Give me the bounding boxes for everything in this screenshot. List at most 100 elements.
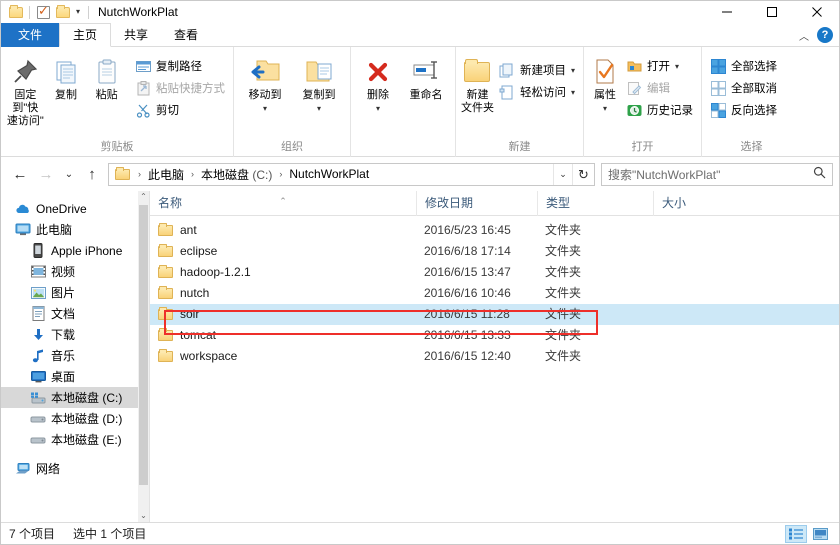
easy-access-caret[interactable]: ▾ [571, 88, 575, 97]
easy-access-button[interactable]: 轻松访问 ▾ [495, 81, 579, 103]
column-header-size[interactable]: 大小 [653, 190, 728, 216]
table-row[interactable]: workspace 2016/6/15 12:40 文件夹 [150, 346, 839, 367]
forward-button[interactable]: → [33, 162, 59, 186]
table-row[interactable]: nutch 2016/6/16 10:46 文件夹 [150, 283, 839, 304]
history-button[interactable]: 历史记录 [622, 99, 697, 121]
this-pc-monitor-icon [15, 222, 31, 238]
close-icon[interactable] [794, 1, 839, 23]
new-item-caret[interactable]: ▾ [571, 66, 575, 75]
qat-customize-caret[interactable]: ▾ [73, 1, 83, 23]
move-to-caret[interactable]: ▾ [263, 102, 267, 115]
new-small-buttons: 新建项目 ▾ 轻松访问 ▾ [495, 51, 579, 103]
delete-button[interactable]: 删除 ▾ [355, 51, 401, 115]
open-small-buttons: 打开 ▾ 编辑 历史记录 [622, 51, 697, 121]
select-none-button[interactable]: 全部取消 [706, 77, 781, 99]
properties-label: 属性 [594, 89, 616, 101]
sidebar-item-music[interactable]: 音乐 [1, 345, 149, 366]
tab-view[interactable]: 查看 [161, 23, 211, 47]
paste-button[interactable]: 粘贴 [86, 51, 127, 102]
breadcrumb-separator-0[interactable]: › [134, 169, 145, 179]
sidebar-item-pictures[interactable]: 图片 [1, 282, 149, 303]
breadcrumb-item-current-folder[interactable]: NutchWorkPlat [286, 167, 372, 181]
sidebar-item-local-disk-e[interactable]: 本地磁盘 (E:) [1, 429, 149, 450]
table-row[interactable]: eclipse 2016/6/18 17:14 文件夹 [150, 241, 839, 262]
sidebar-item-label: 此电脑 [36, 223, 73, 237]
tab-file[interactable]: 文件 [1, 23, 60, 47]
new-folder-button[interactable]: 新建 文件夹 [460, 51, 495, 115]
edit-button[interactable]: 编辑 [622, 77, 697, 99]
onedrive-cloud-icon [15, 201, 31, 217]
documents-icon [30, 306, 46, 322]
table-row[interactable]: ant 2016/5/23 16:45 文件夹 [150, 220, 839, 241]
new-item-button[interactable]: 新建项目 ▾ [495, 59, 579, 81]
breadcrumb[interactable]: › 此电脑 › 本地磁盘 (C:) › NutchWorkPlat ⌄ ↻ [108, 162, 595, 186]
refresh-icon[interactable]: ↻ [572, 163, 594, 185]
navigation-pane-scrollbar[interactable]: ⌃ ⌄ [138, 191, 149, 522]
sidebar-item-downloads[interactable]: 下载 [1, 324, 149, 345]
open-icon [626, 58, 642, 74]
move-to-button[interactable]: 移动到 ▾ [238, 51, 292, 115]
recent-locations-button[interactable]: ⌄ [59, 162, 79, 186]
delete-caret[interactable]: ▾ [376, 102, 380, 115]
large-icons-view-icon[interactable] [809, 525, 831, 543]
nav-scroll-thumb[interactable] [139, 205, 148, 485]
nav-scroll-up-arrow[interactable]: ⌃ [140, 191, 147, 203]
details-view-icon[interactable] [785, 524, 807, 543]
help-icon[interactable]: ? [817, 27, 833, 43]
copy-path-button[interactable]: 复制路径 [131, 55, 229, 77]
search-icon[interactable] [813, 166, 826, 182]
open-caret[interactable]: ▾ [675, 62, 679, 71]
properties-caret[interactable]: ▾ [603, 102, 607, 115]
paste-shortcut-button[interactable]: 粘贴快捷方式 [131, 77, 229, 99]
back-button[interactable]: ← [7, 162, 33, 186]
sidebar-item-desktop[interactable]: 桌面 [1, 366, 149, 387]
open-button[interactable]: 打开 ▾ [622, 55, 697, 77]
pin-to-quick-access-button[interactable]: 固定到"快 速访问" [5, 51, 46, 128]
sidebar-item-apple-iphone[interactable]: Apple iPhone [1, 240, 149, 261]
up-button[interactable]: ↑ [79, 162, 105, 186]
breadcrumb-dropdown-caret[interactable]: ⌄ [553, 163, 572, 185]
qat-properties-icon[interactable] [35, 3, 52, 21]
properties-button[interactable]: 属性 ▾ [588, 51, 622, 115]
breadcrumb-separator-2[interactable]: › [275, 169, 286, 179]
maximize-icon[interactable] [749, 1, 794, 23]
status-selection-info: 选中 1 个项目 [73, 527, 147, 541]
copy-button[interactable]: 复制 [46, 51, 87, 102]
folder-icon [158, 328, 173, 341]
copy-to-caret[interactable]: ▾ [317, 102, 321, 115]
cut-button[interactable]: 剪切 [131, 99, 229, 121]
search-input[interactable]: 搜索"NutchWorkPlat" [601, 162, 833, 186]
sidebar-item-network[interactable]: 网络 [1, 458, 149, 479]
copy-to-button[interactable]: 复制到 ▾ [292, 51, 346, 115]
breadcrumb-separator-1[interactable]: › [187, 169, 198, 179]
nav-scroll-down-arrow[interactable]: ⌄ [140, 510, 147, 522]
sidebar-item-videos[interactable]: 视频 [1, 261, 149, 282]
table-row[interactable]: hadoop-1.2.1 2016/6/15 13:47 文件夹 [150, 262, 839, 283]
tab-share[interactable]: 共享 [111, 23, 161, 47]
qat-folder-icon[interactable] [7, 4, 24, 21]
sidebar-item-local-disk-c[interactable]: 本地磁盘 (C:) [1, 387, 149, 408]
minimize-icon[interactable] [704, 1, 749, 23]
sidebar-item-local-disk-d[interactable]: 本地磁盘 (D:) [1, 408, 149, 429]
edit-label: 编辑 [647, 83, 670, 95]
column-header-type[interactable]: 类型 [537, 190, 653, 216]
sidebar-item-documents[interactable]: 文档 [1, 303, 149, 324]
sidebar-item-onedrive[interactable]: OneDrive [1, 198, 149, 219]
file-name: tomcat [180, 328, 217, 342]
ribbon-group-clipboard: 固定到"快 速访问" 复制 粘贴 复制路径 粘贴快捷方式 剪切 剪贴板 [1, 47, 233, 157]
breadcrumb-item-local-disk-c[interactable]: 本地磁盘 (C:) [198, 166, 275, 183]
invert-selection-button[interactable]: 反向选择 [706, 99, 781, 121]
table-row[interactable]: tomcat 2016/6/15 13:33 文件夹 [150, 325, 839, 346]
select-all-button[interactable]: 全部选择 [706, 55, 781, 77]
column-header-name[interactable]: ⌃ 名称 [150, 191, 416, 216]
tab-home[interactable]: 主页 [59, 23, 112, 47]
sidebar-item-this-pc[interactable]: 此电脑 [1, 219, 149, 240]
new-folder-label-2: 文件夹 [460, 102, 494, 114]
breadcrumb-item-this-pc[interactable]: 此电脑 [145, 166, 187, 183]
table-row-selected[interactable]: solr 2016/6/15 11:28 文件夹 [150, 304, 839, 325]
invert-selection-label: 反向选择 [731, 105, 777, 117]
rename-button[interactable]: 重命名 [401, 51, 451, 102]
column-header-date-modified[interactable]: 修改日期 [416, 190, 537, 216]
collapse-ribbon-icon[interactable]: ︿ [799, 28, 809, 43]
qat-new-folder-icon[interactable] [54, 4, 71, 21]
